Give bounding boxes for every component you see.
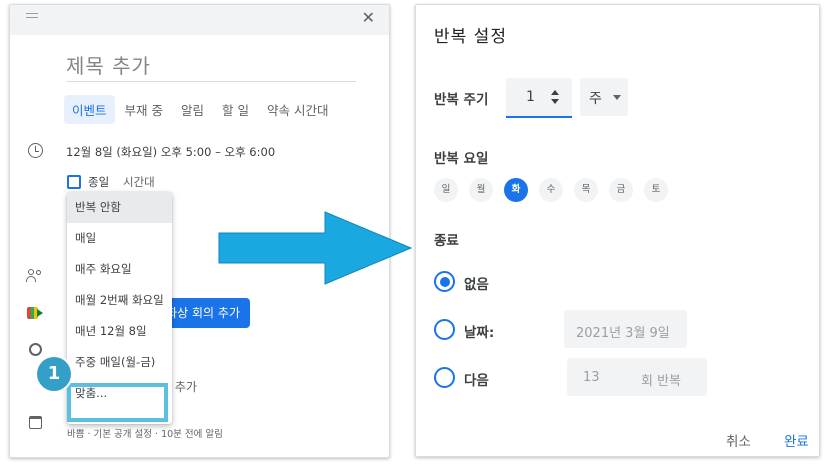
repeat-on-label: 반복 요일: [434, 151, 489, 167]
add-video-conference-button[interactable]: 화상 회의 추가: [162, 298, 250, 328]
clock-icon: [28, 143, 43, 158]
event-title-input[interactable]: 제목 추가: [66, 50, 356, 82]
custom-recurrence-dialog: 반복 설정 반복 주기 1 주 반복 요일 일 월 화 수 목 금 토 종료 없…: [415, 4, 820, 457]
location-icon: [29, 343, 42, 356]
cancel-button[interactable]: 취소: [726, 430, 751, 450]
ends-never-radio[interactable]: [434, 271, 455, 292]
unit-value: 주: [589, 91, 602, 107]
custom-option-highlight: [67, 383, 168, 422]
dialog-title: 반복 설정: [434, 27, 507, 47]
end-date-field[interactable]: 2021년 3월 9일: [564, 310, 687, 348]
weekday-thu[interactable]: 목: [574, 178, 598, 202]
event-status-summary[interactable]: 바쁨 · 기본 공개 설정 · 10분 전에 알림: [67, 426, 223, 440]
occurrence-count-value: 13: [583, 370, 600, 385]
ends-on-date-label: 날짜:: [464, 325, 495, 341]
repeat-every-label: 반복 주기: [434, 92, 489, 108]
ends-after-label: 다음: [464, 373, 489, 389]
ends-after-radio[interactable]: [434, 367, 455, 388]
spin-up-icon[interactable]: [551, 90, 559, 95]
tab-out-of-office[interactable]: 부재 중: [117, 95, 171, 124]
timezone-button[interactable]: 시간대: [123, 174, 155, 190]
weekday-mon[interactable]: 월: [469, 178, 493, 202]
all-day-checkbox[interactable]: [67, 175, 81, 189]
recurrence-option-yearly[interactable]: 매년 12월 8일: [67, 316, 172, 347]
weekday-selector: 일 월 화 수 목 금 토: [434, 178, 679, 202]
spin-down-icon[interactable]: [551, 99, 559, 104]
tab-reminder[interactable]: 알림: [173, 95, 212, 124]
weekday-fri[interactable]: 금: [609, 178, 633, 202]
recurrence-option-daily[interactable]: 매일: [67, 223, 172, 254]
tab-task[interactable]: 할 일: [214, 95, 257, 124]
all-day-label: 종일: [88, 175, 110, 189]
chevron-down-icon: [613, 95, 621, 100]
recurrence-option-weekly[interactable]: 매주 화요일: [67, 254, 172, 285]
weekday-sun[interactable]: 일: [434, 178, 458, 202]
tab-event[interactable]: 이벤트: [64, 95, 115, 124]
recurrence-option-monthly[interactable]: 매월 2번째 화요일: [67, 285, 172, 316]
step-badge: 1: [37, 357, 71, 391]
direction-arrow: [218, 211, 413, 285]
done-button[interactable]: 완료: [784, 430, 809, 450]
ends-on-date-radio[interactable]: [434, 319, 455, 340]
interval-stepper[interactable]: 1: [506, 78, 572, 118]
recurrence-option-none[interactable]: 반복 안함: [67, 192, 172, 223]
end-date-value: 2021년 3월 9일: [576, 326, 670, 341]
drag-handle-icon[interactable]: [26, 13, 38, 21]
calendar-icon: [29, 416, 42, 429]
weekday-tue[interactable]: 화: [504, 178, 528, 202]
arrow-shape: [218, 211, 413, 285]
ends-never-label: 없음: [464, 277, 489, 293]
occurrence-suffix: 회 반복: [641, 374, 682, 389]
guests-icon: [26, 269, 44, 283]
interval-value: 1: [526, 89, 535, 105]
close-icon[interactable]: ✕: [362, 8, 375, 28]
event-type-tabs: 이벤트 부재 중 알림 할 일 약속 시간대: [64, 95, 338, 124]
weekday-sat[interactable]: 토: [644, 178, 668, 202]
editor-topbar: ✕: [10, 5, 389, 35]
tab-appointment-slots[interactable]: 약속 시간대: [259, 95, 336, 124]
google-meet-icon: [27, 307, 43, 319]
ends-label: 종료: [434, 233, 459, 249]
interval-unit-select[interactable]: 주: [580, 78, 628, 116]
occurrence-count-field[interactable]: 13 회 반복: [567, 358, 707, 396]
weekday-wed[interactable]: 수: [539, 178, 563, 202]
recurrence-option-weekdays[interactable]: 주중 매일(월-금): [67, 347, 172, 378]
event-datetime[interactable]: 12월 8일 (화요일) 오후 5:00 – 오후 6:00: [66, 144, 275, 160]
